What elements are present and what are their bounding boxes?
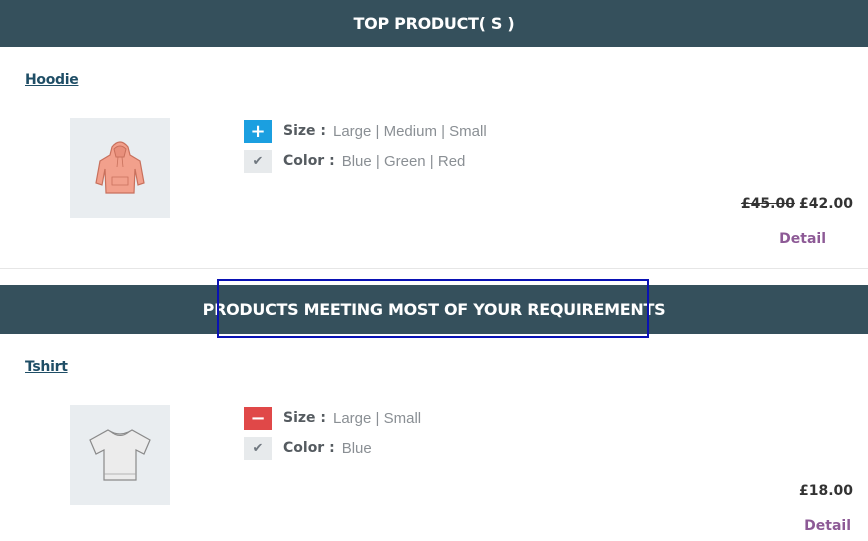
divider — [0, 268, 868, 269]
attribute-row-color: ✔ Color : Blue | Green | Red — [244, 149, 465, 173]
old-price: £45.00 — [740, 196, 795, 212]
minus-icon[interactable]: − — [244, 406, 272, 430]
product-image-tshirt[interactable] — [70, 405, 170, 505]
attribute-values: Blue | Green | Red — [341, 152, 466, 170]
attribute-label: Color : — [283, 153, 335, 169]
tshirt-icon — [89, 429, 151, 481]
attribute-label: Size : — [283, 123, 326, 139]
product-link-tshirt[interactable]: Tshirt — [25, 359, 68, 375]
section-title: TOP PRODUCT( S ) — [353, 14, 515, 33]
attribute-label: Size : — [283, 410, 326, 426]
attribute-values: Blue — [341, 439, 372, 457]
price-block: £45.00 £42.00 — [741, 196, 853, 212]
check-icon: ✔ — [244, 149, 272, 173]
price-block: £18.00 — [799, 483, 853, 499]
current-price: £18.00 — [798, 483, 853, 499]
attribute-row-size: − Size : Large | Small — [244, 406, 421, 430]
section-header-top-products: TOP PRODUCT( S ) — [0, 0, 868, 47]
attribute-row-size: + Size : Large | Medium | Small — [244, 119, 487, 143]
attribute-values: Large | Small — [333, 409, 422, 427]
detail-link-hoodie[interactable]: Detail — [779, 231, 826, 247]
section-header-meeting-requirements: PRODUCTS MEETING MOST OF YOUR REQUIREMEN… — [0, 285, 868, 334]
product-image-hoodie[interactable] — [70, 118, 170, 218]
plus-icon[interactable]: + — [244, 119, 272, 143]
section-title: PRODUCTS MEETING MOST OF YOUR REQUIREMEN… — [202, 300, 666, 319]
hoodie-icon — [95, 141, 145, 194]
check-icon: ✔ — [244, 436, 272, 460]
attribute-values: Large | Medium | Small — [333, 122, 487, 140]
product-link-hoodie[interactable]: Hoodie — [25, 72, 79, 88]
current-price: £42.00 — [798, 196, 853, 212]
attribute-label: Color : — [283, 440, 335, 456]
detail-link-tshirt[interactable]: Detail — [804, 518, 851, 534]
attribute-row-color: ✔ Color : Blue — [244, 436, 372, 460]
